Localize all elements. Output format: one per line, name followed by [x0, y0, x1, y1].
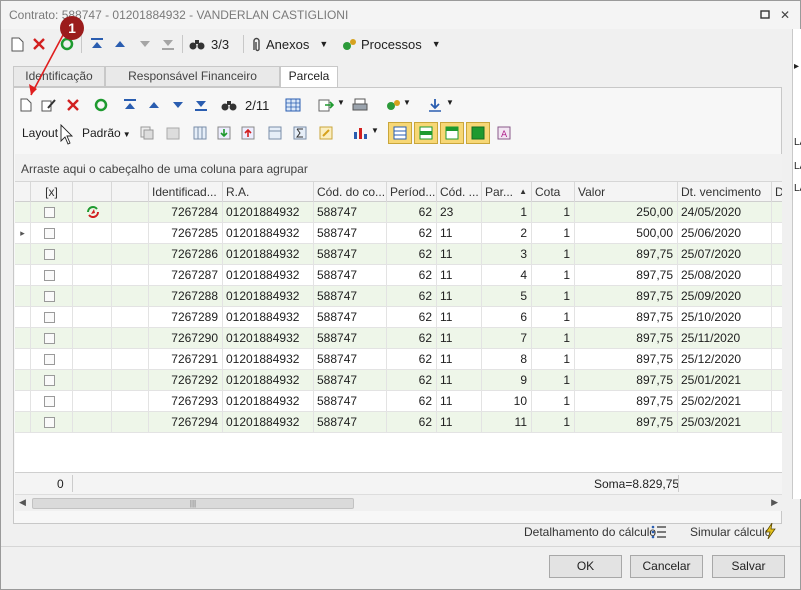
dialog-window: Contrato: 588747 - 01201884932 - VANDERL…	[0, 0, 801, 590]
annotation-badge: 1	[60, 16, 84, 40]
annotation-overlay	[29, 34, 74, 145]
annotation-arrow-line	[30, 34, 64, 96]
mouse-cursor-icon	[60, 123, 74, 145]
